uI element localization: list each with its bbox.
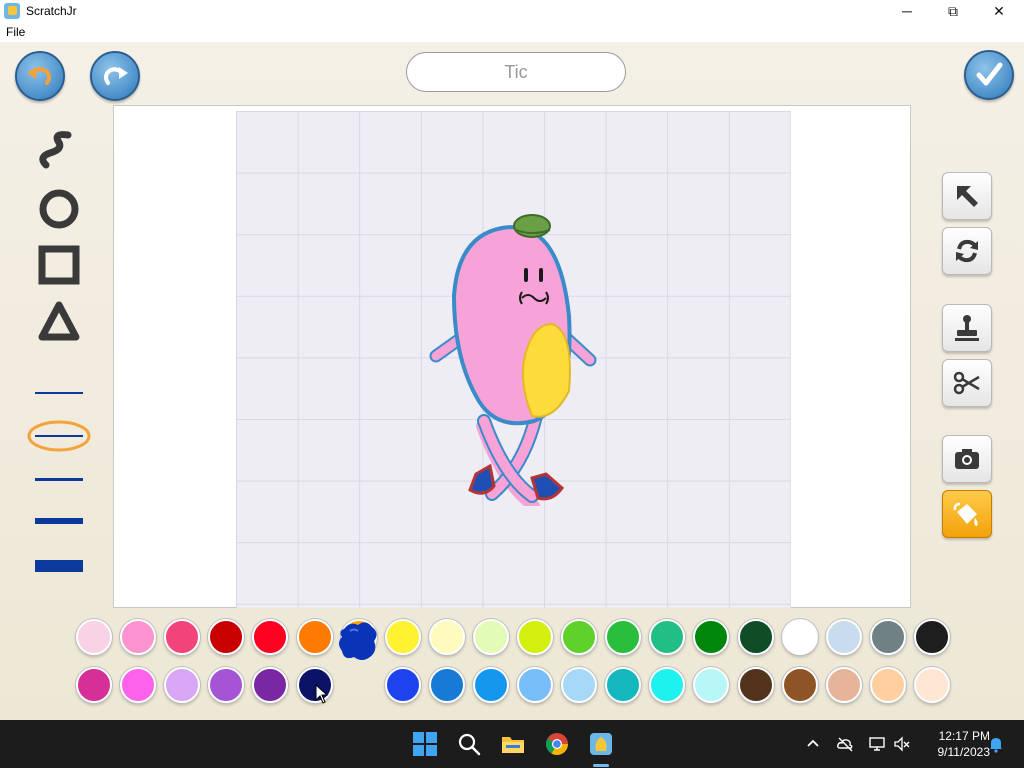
maximize-button[interactable]: ⧉ [930, 0, 976, 22]
color-swatch[interactable] [825, 667, 862, 703]
color-swatch[interactable] [384, 619, 421, 655]
triangle-icon [38, 301, 80, 341]
color-swatch[interactable] [561, 667, 598, 703]
undo-button[interactable] [15, 51, 65, 101]
color-swatch[interactable] [517, 667, 553, 703]
color-swatch[interactable] [120, 619, 157, 655]
rotate-tool-button[interactable] [942, 227, 992, 275]
onedrive-tray-button[interactable] [835, 734, 855, 754]
cut-scissors-button[interactable] [942, 359, 992, 407]
line-width-thinnest[interactable] [30, 381, 88, 405]
redo-button[interactable] [90, 51, 140, 101]
minimize-button[interactable]: ─ [884, 0, 930, 22]
checkmark-icon [976, 62, 1003, 86]
rectangle-tool[interactable] [32, 240, 86, 290]
color-swatch[interactable] [164, 619, 201, 655]
paint-bucket-icon [953, 502, 978, 526]
rotate-icon [956, 239, 978, 263]
chrome-icon [546, 733, 568, 755]
ellipse-tool[interactable] [32, 184, 86, 234]
rectangle-icon [38, 245, 80, 285]
cloud-offline-icon [837, 737, 853, 752]
color-swatch[interactable] [825, 619, 862, 655]
color-swatch[interactable] [472, 619, 509, 655]
volume-muted-icon [894, 736, 910, 752]
move-arrow-icon [957, 186, 978, 207]
color-swatch[interactable] [472, 667, 509, 703]
color-swatch[interactable] [781, 619, 818, 655]
line-width-medium[interactable] [30, 467, 88, 491]
title-bar: ScratchJr ─ ⧉ ✕ [0, 0, 1024, 22]
clock-time: 12:17 PM [938, 729, 990, 743]
bell-icon [990, 738, 1002, 753]
character-name-field[interactable]: Tic [406, 52, 626, 92]
mouse-pointer-icon [315, 684, 329, 704]
move-tool-button[interactable] [942, 172, 992, 220]
search-icon [458, 733, 481, 756]
window-title: ScratchJr [26, 4, 77, 18]
camera-icon [955, 449, 979, 469]
notifications-button[interactable] [986, 734, 1006, 754]
taskbar-search-button[interactable] [455, 730, 483, 758]
color-swatch[interactable] [781, 667, 818, 703]
color-swatch[interactable] [561, 619, 598, 655]
system-clock[interactable]: 12:17 PM 9/11/2023 [916, 728, 991, 760]
color-swatch[interactable] [76, 667, 112, 703]
line-width-thickest[interactable] [30, 554, 88, 578]
freehand-line-icon [39, 131, 72, 169]
character-tic[interactable] [424, 206, 604, 506]
chrome-button[interactable] [543, 730, 571, 758]
color-swatch[interactable] [913, 619, 950, 655]
network-tray-button[interactable] [867, 734, 887, 754]
color-swatch[interactable] [605, 619, 642, 655]
redo-icon [104, 67, 128, 85]
line-width-thick[interactable] [30, 509, 88, 533]
color-swatch[interactable] [296, 619, 333, 655]
windows-logo-icon [413, 732, 437, 756]
fill-bucket-button[interactable] [942, 490, 992, 538]
drawing-canvas[interactable] [113, 105, 911, 608]
folder-icon [502, 737, 524, 753]
done-button[interactable] [964, 50, 1014, 100]
scratchjr-taskbar-button[interactable] [587, 730, 615, 758]
scratchjr-icon [590, 733, 612, 755]
windows-taskbar: 12:17 PM 9/11/2023 [0, 720, 1024, 768]
start-button[interactable] [411, 730, 439, 758]
color-swatch[interactable] [428, 619, 465, 655]
color-swatch[interactable] [76, 619, 112, 655]
stamp-icon [955, 315, 979, 341]
camera-button[interactable] [942, 435, 992, 483]
color-swatch[interactable] [164, 667, 201, 703]
paint-editor: Tic [0, 42, 1024, 720]
color-swatch[interactable] [869, 667, 906, 703]
color-swatch[interactable] [869, 619, 906, 655]
freehand-line-tool[interactable] [32, 128, 86, 178]
chevron-up-icon [807, 739, 819, 747]
ellipse-icon [39, 189, 79, 229]
color-swatch[interactable] [428, 667, 465, 703]
duplicate-stamp-button[interactable] [942, 304, 992, 352]
menu-bar: File [0, 22, 1024, 42]
show-hidden-icons-button[interactable] [803, 734, 823, 754]
color-swatch[interactable] [384, 667, 421, 703]
close-button[interactable]: ✕ [976, 0, 1022, 22]
undo-icon [27, 67, 51, 85]
clock-date: 9/11/2023 [937, 745, 991, 759]
active-app-indicator [593, 764, 609, 767]
scissors-icon [953, 371, 980, 395]
color-swatch[interactable] [913, 667, 950, 703]
scratchjr-app-icon [4, 3, 20, 19]
line-width-thin[interactable] [30, 424, 88, 448]
color-swatch[interactable] [605, 667, 642, 703]
color-swatch[interactable] [120, 667, 157, 703]
triangle-tool[interactable] [32, 296, 86, 346]
file-explorer-button[interactable] [499, 730, 527, 758]
network-icon [869, 737, 885, 751]
color-swatch[interactable] [737, 619, 774, 655]
menu-file[interactable]: File [6, 25, 25, 39]
color-swatch[interactable] [517, 619, 553, 655]
color-swatch[interactable] [737, 667, 774, 703]
volume-tray-button[interactable] [892, 734, 912, 754]
selected-color-blob[interactable] [336, 619, 380, 663]
